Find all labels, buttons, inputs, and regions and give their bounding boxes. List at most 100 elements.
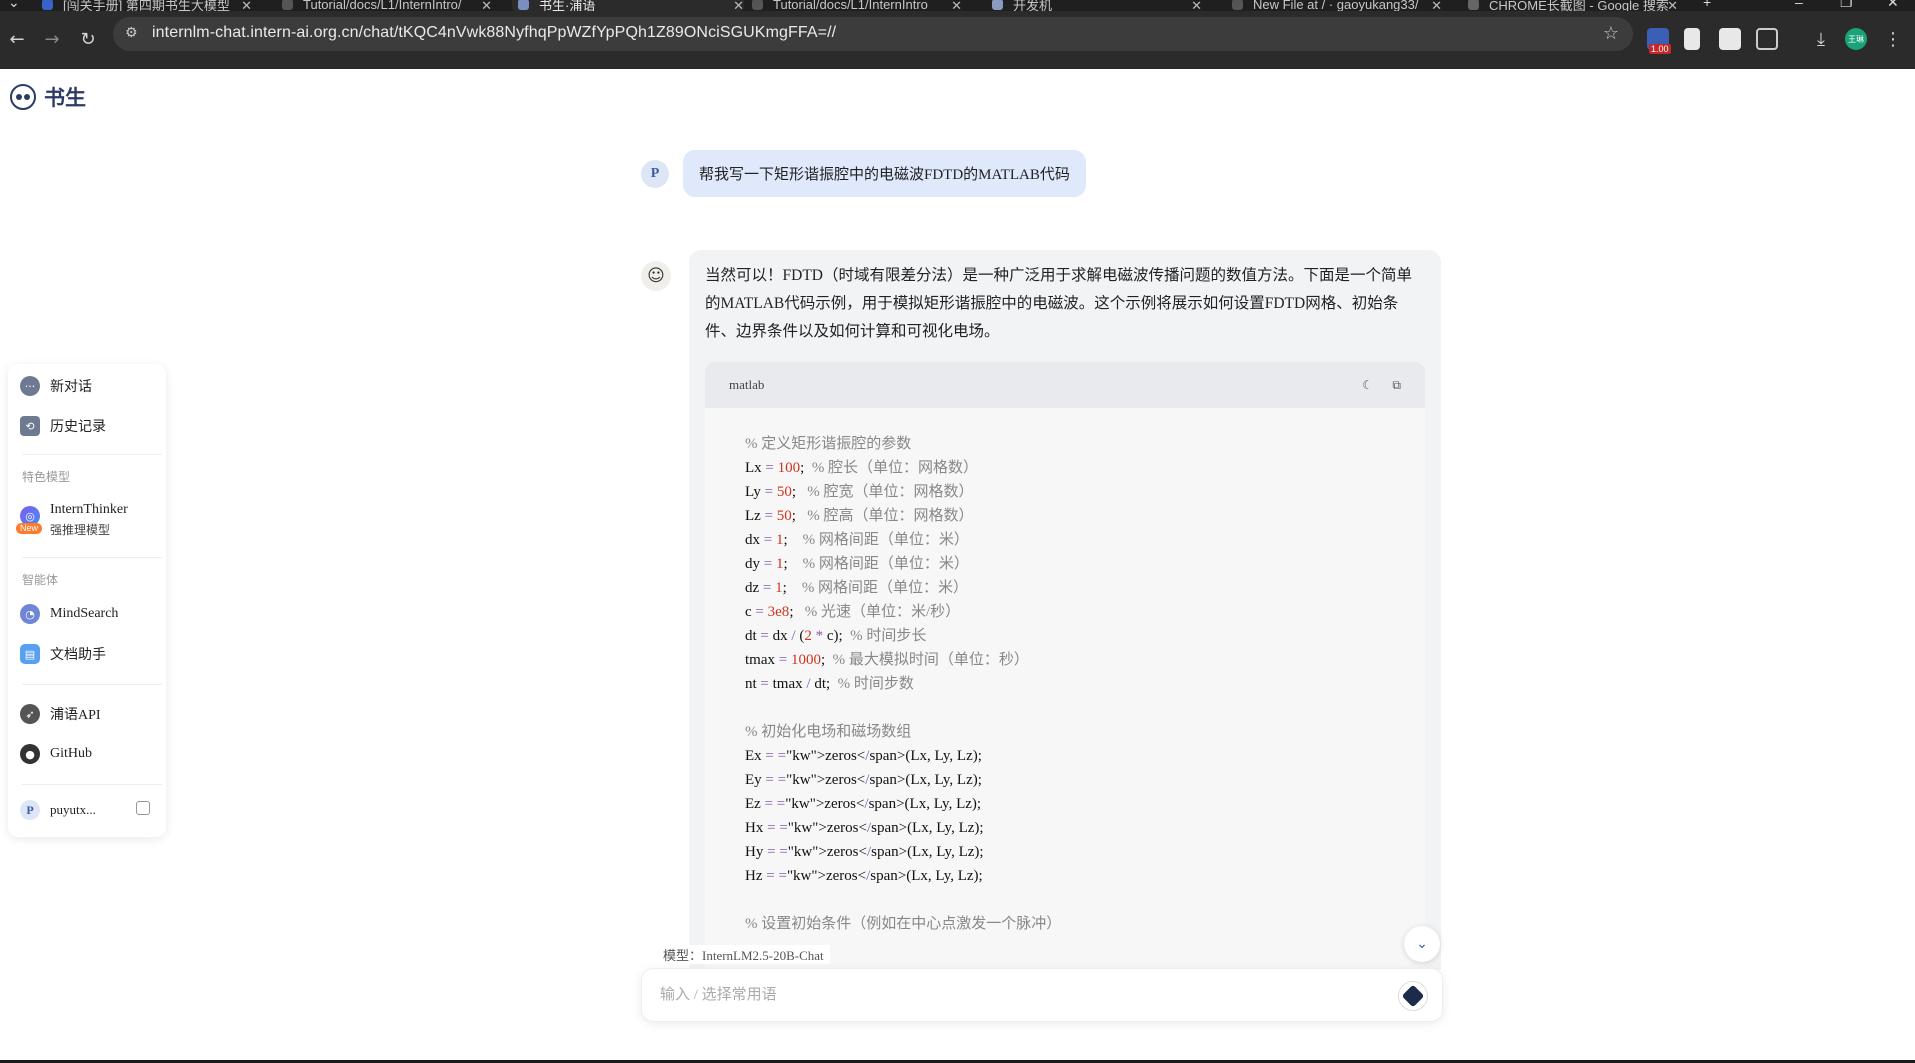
history-icon: ⟲	[20, 416, 40, 436]
close-tab-icon[interactable]: ✕	[1191, 0, 1202, 11]
app-logo[interactable]: 书生	[10, 82, 86, 112]
scroll-to-bottom-button[interactable]: ⌄	[1404, 926, 1440, 962]
send-button[interactable]	[1398, 981, 1428, 1011]
model-label: 模型：InternLM2.5-20B-Chat	[657, 945, 830, 964]
intern-favicon-icon	[518, 0, 529, 10]
code-line: % 定义矩形谐振腔的参数	[745, 436, 912, 452]
tab-search-icon[interactable]: ⌄	[8, 0, 20, 11]
code-line: dx = 1; % 网格间距（单位：米）	[745, 532, 969, 548]
doc-favicon-icon	[42, 0, 53, 10]
new-badge: New	[16, 523, 43, 534]
document-icon: ▤	[20, 644, 40, 664]
theme-toggle-icon[interactable]: ☾	[1362, 378, 1373, 392]
close-tab-icon[interactable]: ✕	[1667, 0, 1678, 11]
reload-icon[interactable]: ↻	[75, 26, 101, 52]
github-favicon-icon	[282, 0, 293, 10]
extension-capture-icon[interactable]	[1719, 28, 1741, 50]
code-block: matlab ☾ ⧉ % 定义矩形谐振腔的参数 Lx = 100; % 腔长（单位…	[705, 362, 1425, 970]
mindsearch-agent-item[interactable]: ◔ MindSearch	[20, 600, 118, 628]
history-button[interactable]: ⟲ 历史记录	[20, 412, 106, 440]
site-info-icon[interactable]: ⚙	[125, 25, 138, 41]
github-favicon-icon	[752, 0, 763, 10]
close-tab-icon[interactable]: ✕	[481, 0, 492, 11]
close-tab-icon[interactable]: ✕	[1431, 0, 1442, 11]
new-tab-icon[interactable]: +	[1703, 0, 1711, 10]
mindsearch-icon: ◔	[20, 604, 40, 624]
download-icon[interactable]: ⤓	[1808, 26, 1834, 52]
extension-doc-icon[interactable]	[1684, 28, 1700, 50]
internthinker-text: InternThinker 强推理模型	[50, 502, 128, 537]
code-line: Lx = 100; % 腔长（单位：网格数）	[745, 460, 979, 476]
code-line: Ly = 50; % 腔宽（单位：网格数）	[745, 484, 974, 500]
extension-recorder-icon[interactable]: 1.00	[1647, 28, 1671, 54]
code-line: Ez = ="kw">zeros</span>(Lx, Ly, Lz);	[745, 796, 982, 812]
restore-icon[interactable]: ❐	[1840, 0, 1853, 11]
send-icon	[1401, 984, 1425, 1008]
logo-mascot-icon	[10, 84, 36, 110]
bookmark-star-icon[interactable]: ☆	[1603, 23, 1619, 44]
tab-7[interactable]: CHROME长截图 - Google 搜索 ✕	[1468, 0, 1678, 11]
internthinker-model-item[interactable]: ◎ InternThinker 强推理模型	[20, 500, 128, 540]
code-line: Lz = 50; % 腔高（单位：网格数）	[745, 508, 974, 524]
agents-heading: 智能体	[22, 573, 59, 587]
back-icon[interactable]: ←	[4, 26, 30, 52]
url-text[interactable]: internlm-chat.intern-ai.org.cn/chat/tKQC…	[152, 24, 836, 42]
chat-input-box	[641, 968, 1443, 1022]
browser-tab-strip: ⌄ [闯关手册] 第四期书生大模型 ✕ Tutorial/docs/L1/Inte…	[0, 0, 1915, 11]
tab-6[interactable]: New File at / · gaoyukang33/✕	[1232, 0, 1442, 11]
user-avatar: P	[641, 159, 669, 188]
code-line: Hz = ="kw">zeros</span>(Lx, Ly, Lz);	[745, 868, 983, 884]
code-line: nt = tmax / dt; % 时间步数	[745, 676, 914, 692]
close-tab-icon[interactable]: ✕	[241, 0, 252, 11]
devbox-favicon-icon	[992, 0, 1003, 10]
code-line: Hx = ="kw">zeros</span>(Lx, Ly, Lz);	[745, 820, 984, 836]
user-profile-item[interactable]: P puyutx...	[20, 796, 96, 824]
doc-assistant-item[interactable]: ▤ 文档助手	[20, 640, 106, 668]
close-tab-icon[interactable]: ✕	[733, 0, 744, 11]
minimize-icon[interactable]: –	[1795, 0, 1803, 10]
extensions-puzzle-icon[interactable]	[1756, 28, 1778, 50]
code-language-label: matlab	[729, 377, 765, 392]
github-icon: ●	[20, 744, 40, 764]
tab-2[interactable]: Tutorial/docs/L1/InternIntro/✕	[282, 0, 492, 11]
api-link[interactable]: ➶ 浦语API	[20, 700, 101, 728]
rocket-icon: ➶	[20, 704, 40, 724]
code-line: dz = 1; % 网格间距（单位：米）	[745, 580, 969, 596]
collapse-sidebar-icon[interactable]	[136, 801, 150, 815]
browser-menu-icon[interactable]: ⋮	[1880, 26, 1906, 52]
tab-4[interactable]: Tutorial/docs/L1/InternIntro ✕	[752, 0, 962, 11]
user-message-bubble: 帮我写一下矩形谐振腔中的电磁波FDTD的MATLAB代码	[683, 150, 1086, 197]
forward-icon[interactable]: →	[39, 26, 65, 52]
code-line: c = 3e8; % 光速（单位：米/秒）	[745, 604, 961, 620]
code-line: Ey = ="kw">zeros</span>(Lx, Ly, Lz);	[745, 772, 982, 788]
divider	[22, 454, 162, 455]
close-tab-icon[interactable]: ✕	[951, 0, 962, 11]
code-line: dy = 1; % 网格间距（单位：米）	[745, 556, 969, 572]
address-bar[interactable]: ⚙ internlm-chat.intern-ai.org.cn/chat/tK…	[113, 17, 1633, 51]
code-line: tmax = 1000; % 最大模拟时间（单位：秒）	[745, 652, 1029, 668]
profile-avatar[interactable]: 王琳	[1845, 28, 1867, 50]
assistant-intro-text: 当然可以！FDTD（时域有限差分法）是一种广泛用于求解电磁波传播问题的数值方法。…	[705, 267, 1412, 340]
copy-code-icon[interactable]: ⧉	[1392, 378, 1401, 393]
featured-models-heading: 特色模型	[22, 470, 71, 484]
tab-3-active[interactable]: 书生·浦语 ✕	[512, 0, 744, 11]
user-avatar: P	[20, 800, 40, 820]
google-favicon-icon	[1468, 0, 1479, 10]
github-link[interactable]: ● GitHub	[20, 740, 92, 768]
code-block-header: matlab ☾ ⧉	[705, 362, 1425, 408]
browser-toolbar: ← → ↻ ⚙ internlm-chat.intern-ai.org.cn/c…	[0, 11, 1915, 69]
divider	[22, 784, 162, 785]
divider	[22, 557, 162, 558]
tab-1[interactable]: [闯关手册] 第四期书生大模型 ✕	[42, 0, 252, 11]
close-window-icon[interactable]: ✕	[1887, 0, 1899, 11]
code-line: dt = dx / (2 * c); % 时间步长	[745, 628, 927, 644]
new-chat-button[interactable]: ··· 新对话	[20, 372, 92, 400]
code-line: % 初始化电场和磁场数组	[745, 724, 912, 740]
chevron-down-icon: ⌄	[1416, 936, 1428, 952]
chat-input[interactable]	[658, 982, 1362, 1008]
github-favicon-icon	[1232, 0, 1243, 10]
tab-5[interactable]: 开发机 ✕	[992, 0, 1202, 11]
code-line: % 设置初始条件（例如在中心点激发一个脉冲）	[745, 916, 1062, 932]
